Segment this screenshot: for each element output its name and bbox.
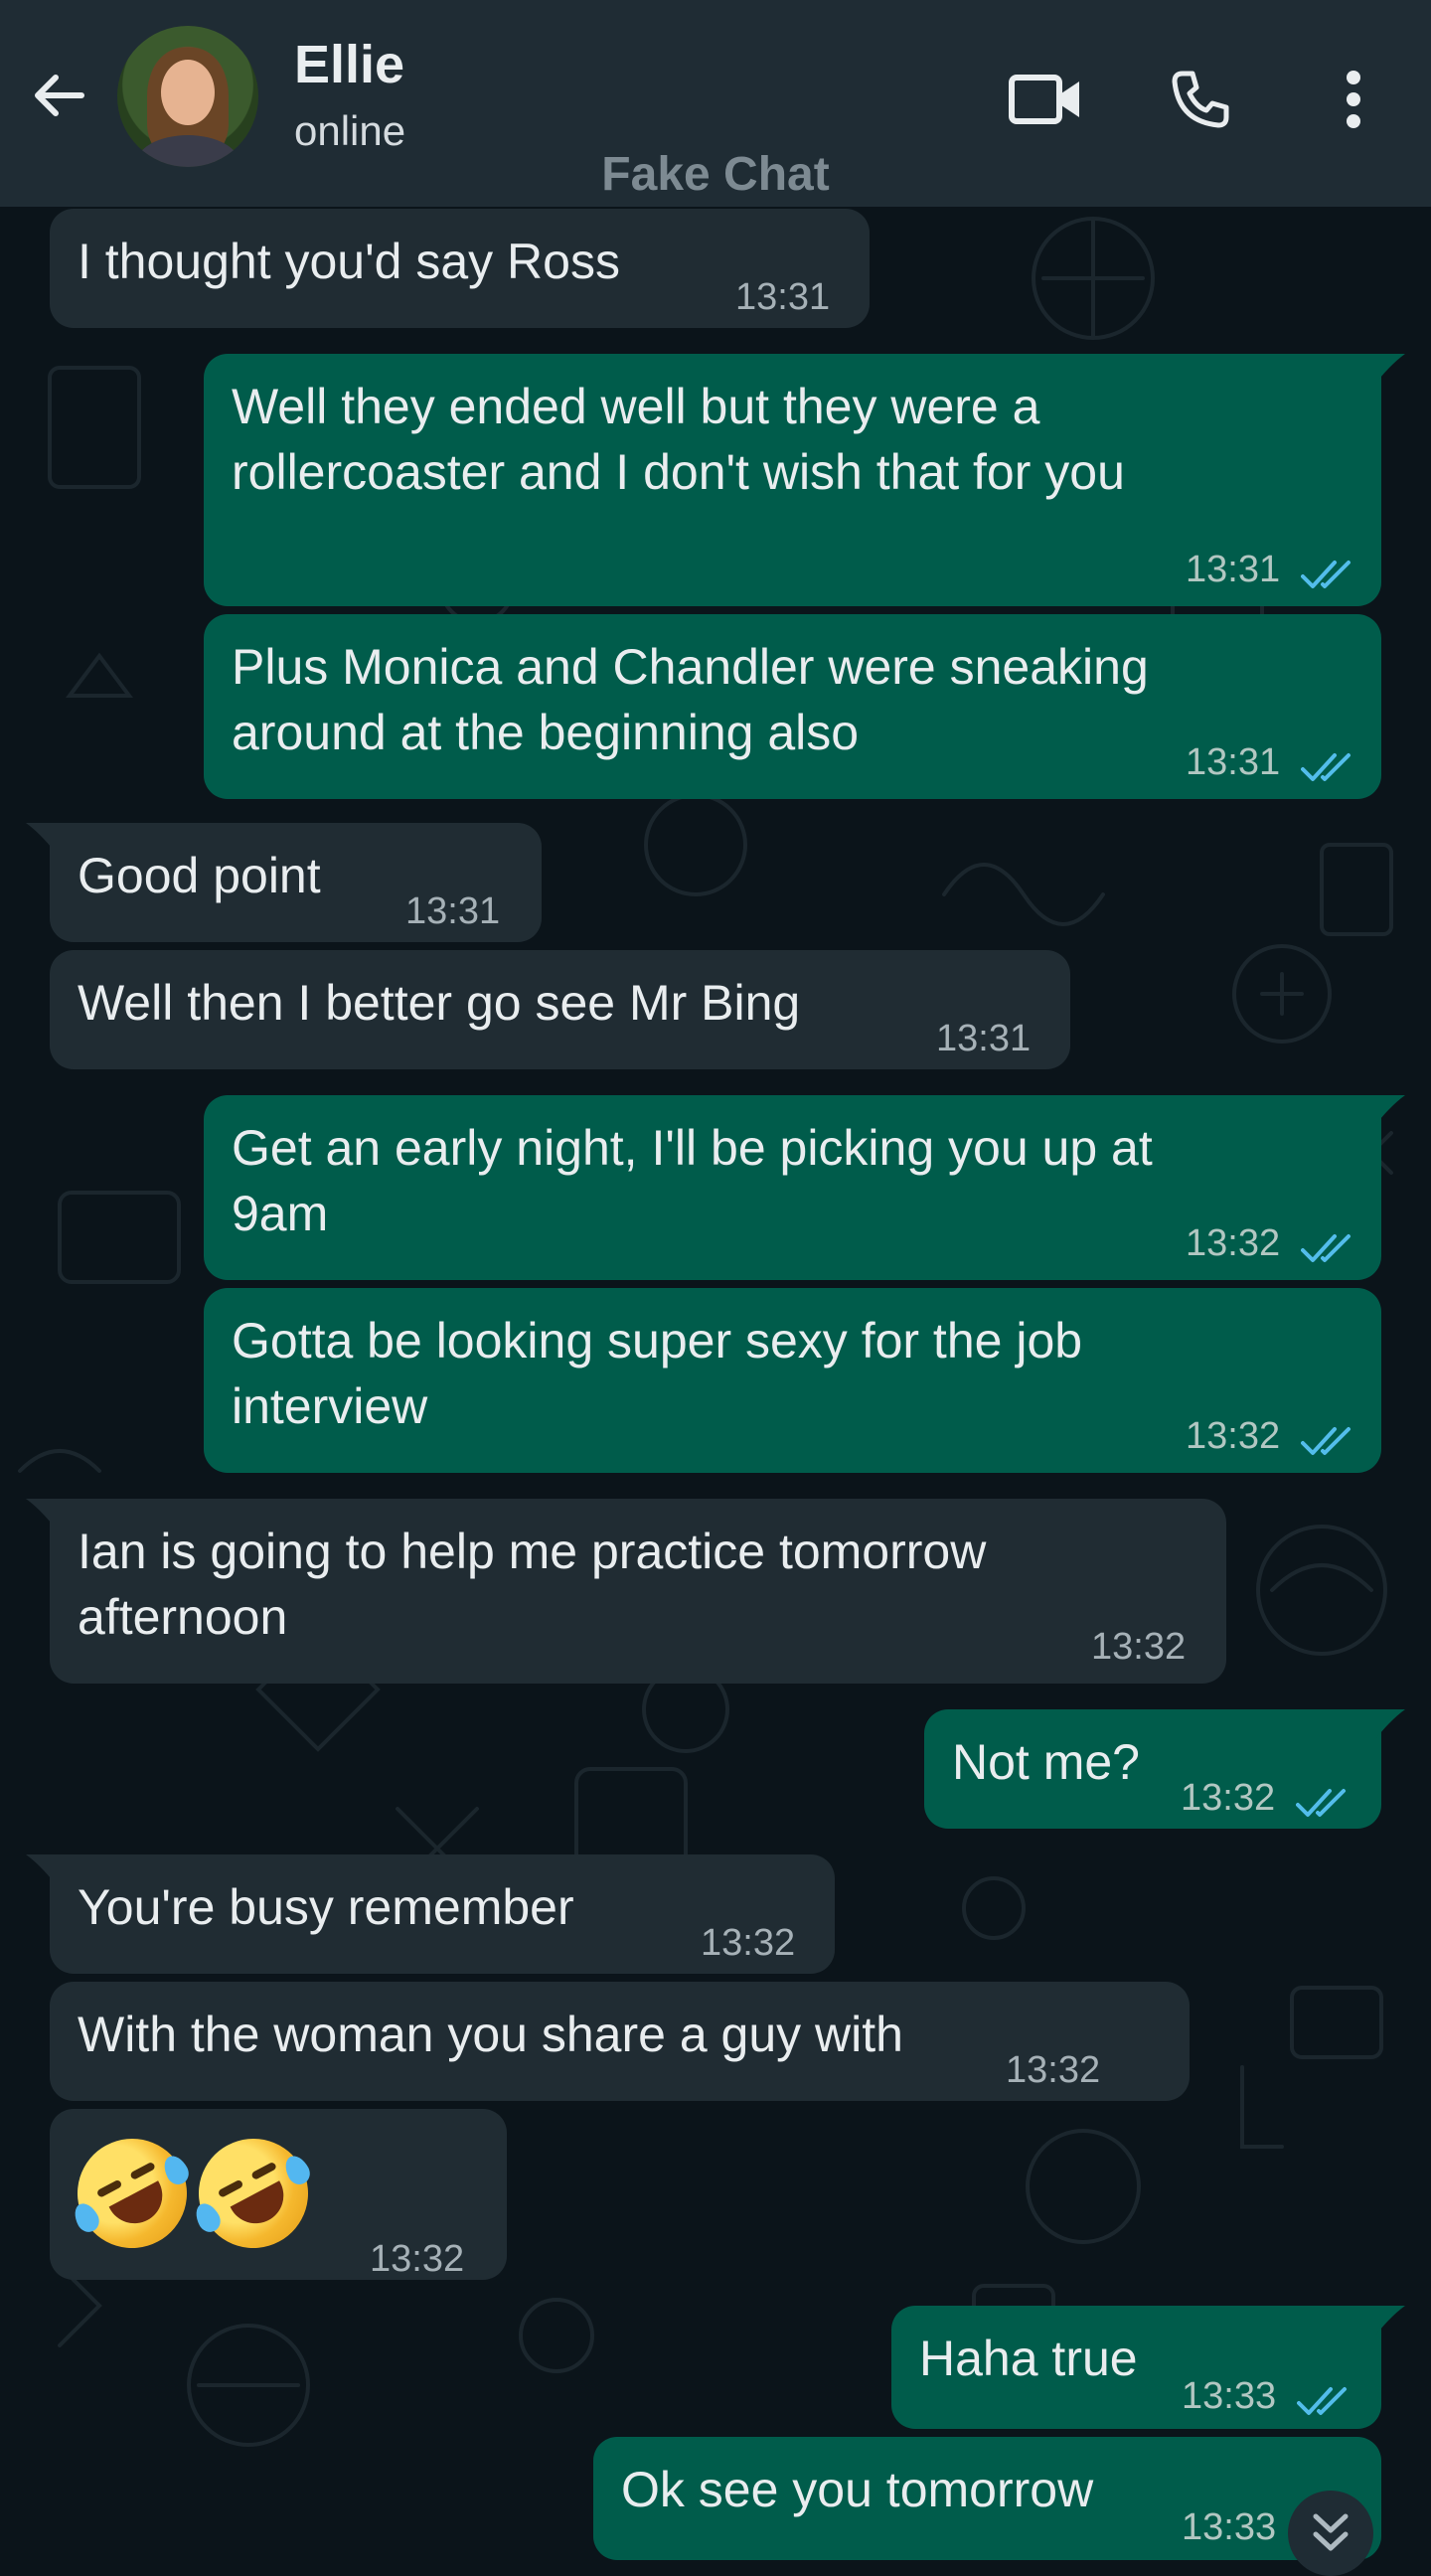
message-text: Well they ended well but they were a rol…: [232, 379, 1125, 500]
outgoing-message[interactable]: Well they ended well but they were a rol…: [204, 354, 1405, 606]
message-text: Get an early night, I'll be picking you …: [232, 1120, 1153, 1241]
bubble-tail: [1375, 2306, 1405, 2335]
incoming-message[interactable]: I thought you'd say Ross 13:31: [50, 209, 870, 328]
avatar[interactable]: [117, 26, 258, 167]
bubble-tail: [1375, 1709, 1405, 1739]
double-check-icon: [1297, 2367, 1352, 2415]
arrow-back-icon: [35, 75, 84, 116]
incoming-message[interactable]: Well then I better go see Mr Bing 13:31: [50, 950, 1070, 1069]
message-time: 13:32: [1006, 2049, 1101, 2091]
message-time: 13:31: [936, 1018, 1032, 1059]
video-call-icon: [1009, 75, 1079, 124]
message-text: Ian is going to help me practice tomorro…: [78, 1524, 987, 1645]
message-text: Gotta be looking super sexy for the job …: [232, 1313, 1083, 1434]
message-text: Plus Monica and Chandler were sneaking a…: [232, 639, 1149, 760]
message-text: Well then I better go see Mr Bing: [78, 975, 801, 1031]
incoming-message[interactable]: Ian is going to help me practice tomorro…: [26, 1499, 1226, 1684]
incoming-message[interactable]: Good point 13:31: [26, 823, 542, 942]
bubble-tail: [26, 1499, 56, 1529]
double-check-icon: [1301, 1214, 1356, 1262]
message-time: 13:33: [1182, 2506, 1277, 2548]
bubble-tail: [26, 823, 56, 853]
outgoing-message[interactable]: Haha true 13:33: [891, 2306, 1405, 2429]
chevron-double-down-icon: [1313, 2513, 1349, 2551]
double-check-icon: [1301, 733, 1356, 781]
message-text: You're busy remember: [78, 1879, 574, 1935]
message-text: Ok see you tomorrow: [621, 2462, 1094, 2517]
message-text: Good point: [78, 848, 321, 903]
outgoing-message[interactable]: Gotta be looking super sexy for the job …: [204, 1288, 1381, 1473]
message-time: 13:31: [405, 890, 501, 932]
message-time: 13:32: [701, 1922, 796, 1964]
outgoing-message[interactable]: Ok see you tomorrow 13:33: [593, 2437, 1381, 2560]
bubble-tail: [1375, 1095, 1405, 1125]
message-time: 13:31: [1186, 549, 1281, 590]
back-button[interactable]: [24, 60, 95, 131]
message-text: Haha true: [919, 2331, 1138, 2386]
message-time: 13:33: [1182, 2375, 1277, 2417]
bubble-tail: [1375, 354, 1405, 384]
message-time: 13:31: [1186, 741, 1281, 783]
incoming-message[interactable]: With the woman you share a guy with 13:32: [50, 1982, 1190, 2101]
incoming-message[interactable]: You're busy remember 13:32: [26, 1854, 835, 1974]
double-check-icon: [1301, 541, 1356, 588]
message-time: 13:31: [735, 276, 831, 318]
menu-button[interactable]: [1314, 60, 1393, 139]
outgoing-message[interactable]: Plus Monica and Chandler were sneaking a…: [204, 614, 1381, 799]
message-text: Not me?: [952, 1734, 1140, 1790]
scroll-to-bottom-button[interactable]: [1288, 2491, 1373, 2576]
message-text: With the woman you share a guy with: [78, 2007, 903, 2062]
voice-call-button[interactable]: [1161, 60, 1240, 139]
incoming-message[interactable]: 🤣🤣13:32: [50, 2109, 507, 2280]
double-check-icon: [1296, 1769, 1352, 1817]
message-time: 13:32: [1186, 1415, 1281, 1457]
message-time: 13:32: [1091, 1626, 1187, 1668]
message-time: 13:32: [1186, 1222, 1281, 1264]
message-time: 13:32: [1181, 1777, 1276, 1819]
watermark: Fake Chat: [601, 148, 830, 201]
bubble-tail: [26, 1854, 56, 1884]
message-time: 13:32: [370, 2238, 465, 2280]
double-check-icon: [1301, 1407, 1356, 1455]
message-text: I thought you'd say Ross: [78, 234, 620, 289]
contact-name[interactable]: Ellie: [294, 34, 404, 95]
more-vert-icon: [1347, 71, 1360, 128]
video-call-button[interactable]: [1006, 60, 1085, 139]
phone-icon: [1172, 71, 1229, 128]
outgoing-message[interactable]: Not me? 13:32: [924, 1709, 1405, 1829]
outgoing-message[interactable]: Get an early night, I'll be picking you …: [204, 1095, 1405, 1280]
